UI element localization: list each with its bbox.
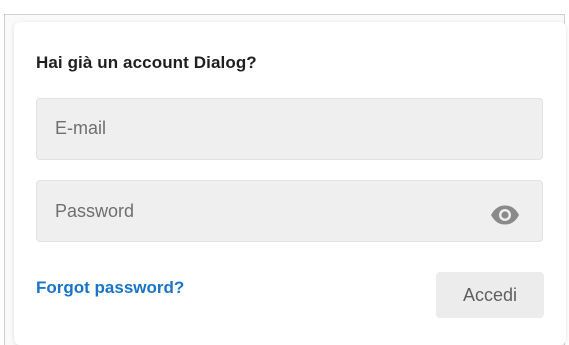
eye-icon[interactable] bbox=[490, 205, 520, 225]
forgot-password-link[interactable]: Forgot password? bbox=[36, 278, 184, 298]
password-field-container bbox=[36, 180, 543, 243]
login-title: Hai già un account Dialog? bbox=[36, 53, 257, 72]
password-input[interactable] bbox=[37, 181, 542, 243]
accedi-button[interactable]: Accedi bbox=[436, 272, 544, 318]
email-input[interactable] bbox=[37, 99, 542, 159]
email-field-container bbox=[36, 98, 543, 160]
